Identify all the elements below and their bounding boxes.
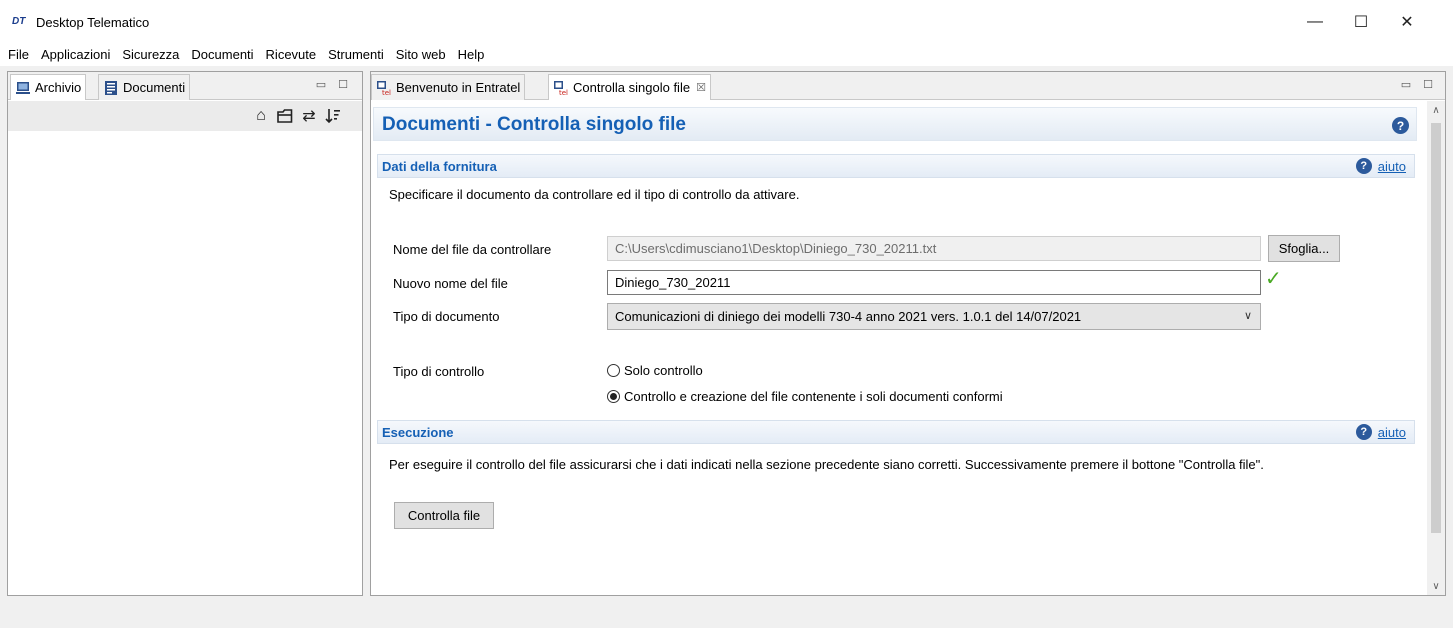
tab-benvenuto[interactable]: tel Benvenuto in Entratel bbox=[371, 74, 526, 100]
tab-documenti[interactable]: Documenti bbox=[98, 74, 191, 100]
menu-bar: File Applicazioni Sicurezza Documenti Ri… bbox=[0, 44, 1453, 66]
section-title: Dati della fornitura bbox=[382, 159, 497, 174]
new-name-input[interactable]: Diniego_730_20211 bbox=[607, 270, 1261, 295]
title-bar: DT Desktop Telematico — ☐ ✕ bbox=[0, 0, 1453, 44]
page-title: Documenti - Controlla singolo file bbox=[382, 114, 686, 135]
entratel-icon: tel bbox=[554, 80, 568, 96]
controlla-file-button[interactable]: Controlla file bbox=[394, 502, 494, 529]
sync-icon[interactable]: ⇄ bbox=[300, 107, 318, 125]
tab-archivio-label: Archivio bbox=[35, 80, 82, 95]
section-esecuzione: Esecuzione ? aiuto bbox=[377, 420, 1415, 444]
tab-archivio[interactable]: Archivio bbox=[10, 74, 87, 100]
maximize-panel-icon[interactable]: ☐ bbox=[1421, 77, 1435, 91]
document-list-icon bbox=[105, 80, 117, 95]
file-label: Nome del file da controllare bbox=[393, 242, 552, 257]
aiuto-link[interactable]: aiuto bbox=[1378, 425, 1406, 440]
menu-strumenti[interactable]: Strumenti bbox=[322, 44, 390, 66]
svg-text:tel: tel bbox=[382, 89, 391, 96]
menu-help[interactable]: Help bbox=[452, 44, 491, 66]
svg-text:tel: tel bbox=[559, 89, 568, 96]
right-tab-bar: tel Benvenuto in Entratel tel Controlla … bbox=[371, 72, 1445, 100]
menu-sicurezza[interactable]: Sicurezza bbox=[116, 44, 185, 66]
tab-benvenuto-label: Benvenuto in Entratel bbox=[396, 80, 521, 95]
entratel-icon: tel bbox=[377, 80, 391, 96]
scroll-up-icon[interactable]: ∧ bbox=[1427, 101, 1445, 119]
form-content: Documenti - Controlla singolo file ? Dat… bbox=[371, 101, 1427, 595]
scroll-down-icon[interactable]: ∨ bbox=[1427, 577, 1445, 595]
home-icon[interactable]: ⌂ bbox=[252, 107, 270, 125]
app-logo-icon: DT bbox=[12, 16, 26, 27]
left-panel: Archivio Documenti ▭ ☐ ⌂ ⇄ bbox=[7, 71, 363, 596]
vertical-scrollbar[interactable]: ∧ ∨ bbox=[1427, 101, 1445, 595]
scroll-thumb[interactable] bbox=[1431, 123, 1441, 533]
browse-button[interactable]: Sfoglia... bbox=[1268, 235, 1340, 262]
left-tab-bar: Archivio Documenti ▭ ☐ bbox=[8, 72, 362, 100]
tab-controlla-singolo-file[interactable]: tel Controlla singolo file ☒ bbox=[548, 74, 711, 100]
minimize-panel-icon[interactable]: ▭ bbox=[1399, 77, 1413, 91]
section-title: Esecuzione bbox=[382, 425, 454, 440]
menu-file[interactable]: File bbox=[2, 44, 35, 66]
menu-documenti[interactable]: Documenti bbox=[185, 44, 259, 66]
section-description: Specificare il documento da controllare … bbox=[389, 187, 800, 202]
valid-check-icon: ✓ bbox=[1265, 268, 1282, 290]
radio-label: Controllo e creazione del file contenent… bbox=[624, 389, 1003, 404]
aiuto-link[interactable]: aiuto bbox=[1378, 159, 1406, 174]
section-description: Per eseguire il controllo del file assic… bbox=[389, 457, 1264, 472]
radio-controllo-creazione[interactable]: Controllo e creazione del file contenent… bbox=[607, 389, 1003, 404]
minimize-button[interactable]: — bbox=[1292, 0, 1338, 44]
menu-ricevute[interactable]: Ricevute bbox=[260, 44, 323, 66]
right-panel: tel Benvenuto in Entratel tel Controlla … bbox=[370, 71, 1446, 596]
help-icon[interactable]: ? bbox=[1392, 117, 1409, 134]
radio-button[interactable] bbox=[607, 364, 620, 377]
window-title: Desktop Telematico bbox=[36, 15, 150, 30]
file-path-input: C:\Users\cdimusciano1\Desktop\Diniego_73… bbox=[607, 236, 1261, 261]
close-tab-icon[interactable]: ☒ bbox=[696, 81, 706, 94]
minimize-panel-icon[interactable]: ▭ bbox=[314, 77, 328, 91]
help-icon[interactable]: ? bbox=[1355, 424, 1372, 440]
chevron-down-icon: ∨ bbox=[1243, 310, 1252, 322]
help-icon[interactable]: ? bbox=[1355, 158, 1372, 174]
maximize-panel-icon[interactable]: ☐ bbox=[336, 77, 350, 91]
left-toolbar: ⌂ ⇄ bbox=[8, 101, 362, 131]
computer-icon bbox=[16, 81, 30, 94]
tab-documenti-label: Documenti bbox=[123, 80, 186, 95]
section-help: ? aiuto bbox=[1355, 158, 1406, 174]
page-header: Documenti - Controlla singolo file ? bbox=[373, 107, 1417, 141]
menu-sito-web[interactable]: Sito web bbox=[390, 44, 452, 66]
radio-button[interactable] bbox=[607, 390, 620, 403]
new-name-label: Nuovo nome del file bbox=[393, 276, 508, 291]
section-help: ? aiuto bbox=[1355, 424, 1406, 440]
doc-type-label: Tipo di documento bbox=[393, 309, 500, 324]
control-type-label: Tipo di controllo bbox=[393, 364, 485, 379]
section-dati-fornitura: Dati della fornitura ? aiuto bbox=[377, 154, 1415, 178]
radio-solo-controllo[interactable]: Solo controllo bbox=[607, 363, 703, 378]
doc-type-value: Comunicazioni di diniego dei modelli 730… bbox=[615, 309, 1082, 324]
doc-type-select[interactable]: Comunicazioni di diniego dei modelli 730… bbox=[607, 303, 1261, 330]
sort-icon[interactable] bbox=[324, 107, 342, 125]
close-button[interactable]: ✕ bbox=[1384, 0, 1430, 44]
maximize-button[interactable]: ☐ bbox=[1338, 0, 1384, 44]
radio-label: Solo controllo bbox=[624, 363, 703, 378]
menu-applicazioni[interactable]: Applicazioni bbox=[35, 44, 116, 66]
folder-icon[interactable] bbox=[276, 107, 294, 125]
tab-controlla-label: Controlla singolo file bbox=[573, 80, 691, 95]
